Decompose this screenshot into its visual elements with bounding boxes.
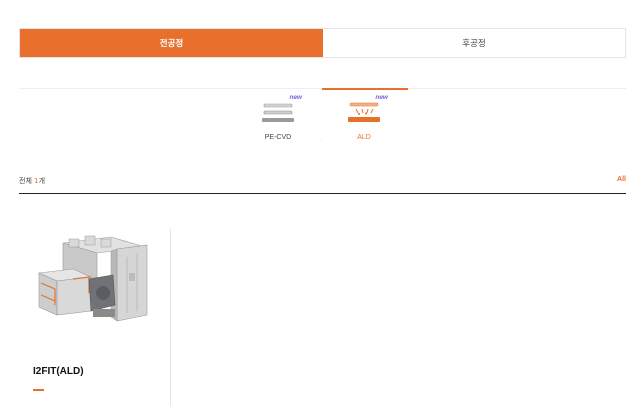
tab-back-end-process[interactable]: 후공정 (323, 29, 625, 57)
count-suffix: 개 (38, 177, 46, 185)
product-accent-bar (33, 389, 44, 391)
category-active-indicator (322, 88, 408, 90)
category-ald[interactable]: new ALD (329, 93, 399, 145)
category-label: ALD (357, 134, 371, 141)
category-pecvd[interactable]: new PE-CVD (243, 93, 313, 145)
product-count: 전체 1개 (19, 176, 45, 186)
process-tabs: 전공정 후공정 (19, 28, 626, 58)
new-badge: new (289, 94, 302, 101)
new-badge: new (375, 94, 388, 101)
all-link[interactable]: All (617, 176, 626, 183)
summary-divider (19, 193, 626, 194)
product-image[interactable] (33, 233, 161, 333)
product-card[interactable]: I2FIT(ALD) (19, 229, 171, 406)
category-label: PE-CVD (264, 134, 292, 141)
product-name[interactable]: I2FIT(ALD) (33, 366, 84, 377)
tab-front-end-process[interactable]: 전공정 (20, 29, 323, 57)
count-prefix: 전체 (19, 177, 32, 185)
ald-chamber-icon: new (344, 94, 388, 126)
pecvd-chamber-icon: new (258, 94, 302, 126)
category-separator: · (320, 137, 322, 144)
